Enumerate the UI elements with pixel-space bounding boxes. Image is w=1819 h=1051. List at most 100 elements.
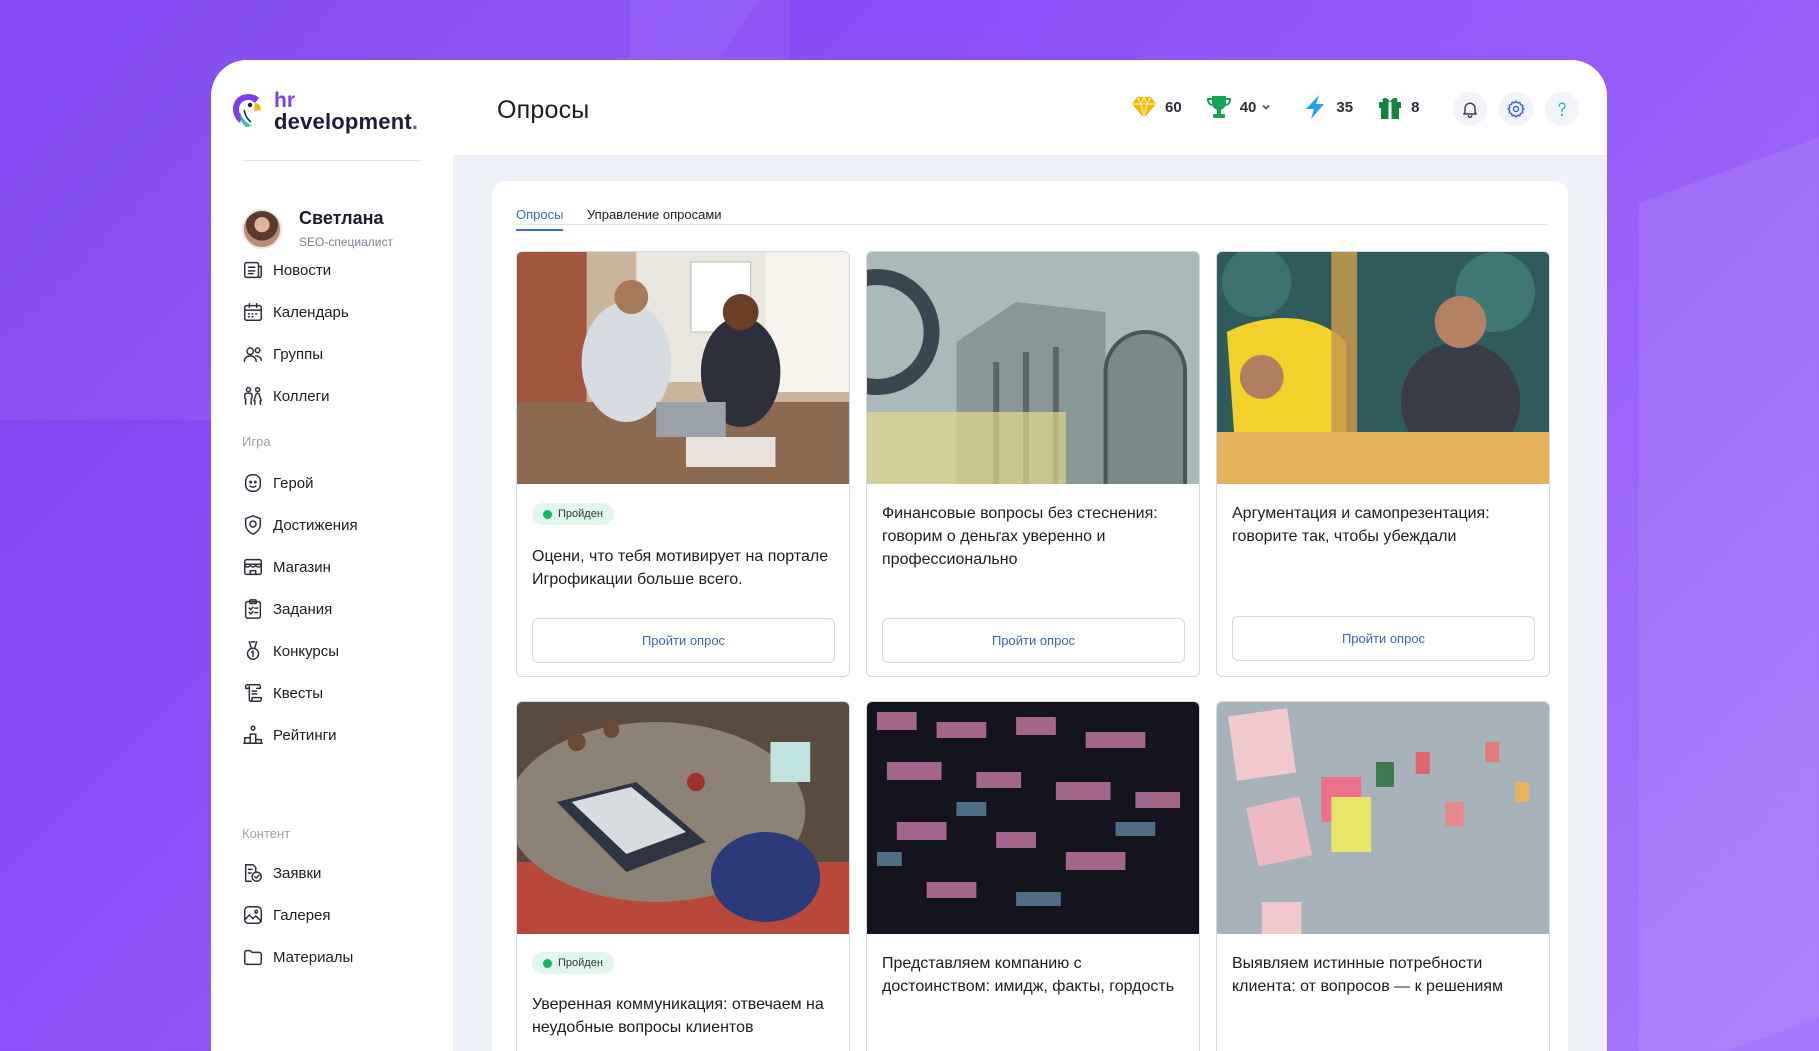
stat-energy-value: 35 <box>1336 98 1354 116</box>
take-survey-button[interactable]: Пройти опрос <box>532 618 835 663</box>
hero-icon <box>244 474 262 492</box>
sidebar-item-label: Новости <box>273 261 332 279</box>
sidebar-item-groups[interactable]: Группы <box>242 342 323 366</box>
sidebar-item-label: Галерея <box>273 906 331 924</box>
sidebar-item-contests[interactable]: Конкурсы <box>242 639 339 663</box>
night-office-building-photo <box>867 702 1199 934</box>
card-title: Уверенная коммуникация: отвечаем на неуд… <box>532 996 824 1036</box>
sidebar-item-label: Магазин <box>273 558 331 576</box>
page-title: Опросы <box>497 96 590 124</box>
sidebar-item-achievements[interactable]: Достижения <box>242 513 358 537</box>
status-badge: Пройден <box>532 952 614 974</box>
materials-icon <box>244 949 262 966</box>
top-header: Опросы 60 40 35 8 <box>453 60 1607 156</box>
sidebar-item-gallery[interactable]: Галерея <box>242 903 331 927</box>
user-profile[interactable]: Светлана SEO-специалист <box>242 208 393 249</box>
sidebar-item-requests[interactable]: Заявки <box>242 861 321 885</box>
card-title: Аргументация и самопрезентация: говорите… <box>1232 505 1490 545</box>
contests-icon <box>246 641 260 660</box>
sidebar-item-label: Квесты <box>273 684 324 702</box>
sidebar-item-label: Конкурсы <box>273 642 340 660</box>
requests-icon <box>244 864 262 882</box>
nav-section-game: Игра <box>242 434 271 449</box>
stats-bar: 60 40 35 8 <box>1129 92 1441 122</box>
ratings-icon <box>243 725 263 744</box>
survey-card[interactable]: Аргументация и самопрезентация: говорите… <box>1216 251 1550 677</box>
sticky-notes-wall-photo <box>1217 702 1549 934</box>
logo-text-hr: hr <box>274 89 295 112</box>
quests-icon <box>244 684 262 702</box>
sidebar-item-news[interactable]: Новости <box>242 258 331 282</box>
office-high-five-photo <box>517 252 849 484</box>
sidebar-item-label: Заявки <box>273 864 322 882</box>
survey-card[interactable]: Выявляем истинные потребности клиента: о… <box>1216 701 1550 1051</box>
news-icon <box>244 261 262 279</box>
man-smiling-meeting-photo <box>1217 252 1549 484</box>
survey-card[interactable]: Финансовые вопросы без стеснения: говори… <box>866 251 1200 677</box>
laptop-holiday-table-photo <box>517 702 849 934</box>
lightning-icon <box>1306 95 1325 119</box>
survey-card[interactable]: Пройден Оцени, что тебя мотивирует на по… <box>516 251 850 677</box>
colleagues-icon <box>244 386 262 405</box>
card-title: Оцени, что тебя мотивирует на портале Иг… <box>532 548 829 588</box>
logo-text-development: development. <box>274 109 419 134</box>
trophy-icon <box>1206 96 1231 118</box>
sidebar: hr development. Светлана SEO-специалист … <box>211 60 453 1051</box>
tab-surveys[interactable]: Опросы <box>516 207 564 231</box>
avatar[interactable] <box>242 208 282 249</box>
status-badge: Пройден <box>532 503 614 525</box>
status-dot <box>543 958 552 968</box>
sidebar-item-label: Коллеги <box>273 387 330 405</box>
bell-icon <box>1463 102 1477 118</box>
achievements-icon <box>244 515 262 535</box>
help-button[interactable] <box>1545 92 1579 126</box>
sidebar-item-label: Рейтинги <box>273 726 337 744</box>
stat-diamonds-value: 60 <box>1165 98 1182 116</box>
sidebar-item-label: Достижения <box>273 516 358 534</box>
stat-trophies[interactable]: 40 <box>1204 92 1279 122</box>
groups-icon <box>243 347 262 363</box>
help-icon <box>1558 102 1566 117</box>
take-survey-button[interactable]: Пройти опрос <box>882 618 1185 663</box>
survey-card[interactable]: Пройден Уверенная коммуникация: отвечаем… <box>516 701 850 1051</box>
stat-energy[interactable]: 35 <box>1300 92 1353 122</box>
gear-icon <box>1507 100 1525 118</box>
parrot-logo-icon <box>233 94 261 127</box>
tab-manage-surveys[interactable]: Управление опросами <box>587 207 722 229</box>
banknote-architecture-photo <box>867 252 1199 484</box>
sidebar-item-hero[interactable]: Герой <box>242 471 314 495</box>
sidebar-item-quests[interactable]: Квесты <box>242 681 323 705</box>
stat-gifts[interactable]: 8 <box>1375 92 1419 122</box>
stat-gifts-value: 8 <box>1411 98 1420 116</box>
sidebar-item-materials[interactable]: Материалы <box>242 945 353 969</box>
notifications-button[interactable] <box>1453 92 1487 126</box>
survey-card[interactable]: Представляем компанию с достоинством: им… <box>866 701 1200 1051</box>
card-title: Финансовые вопросы без стеснения: говори… <box>882 505 1158 568</box>
profile-name: Светлана <box>299 208 384 228</box>
chevron-down-icon[interactable] <box>1260 101 1272 113</box>
logo[interactable]: hr development. <box>228 89 419 134</box>
sidebar-item-ratings[interactable]: Рейтинги <box>242 723 336 747</box>
surveys-panel: Опросы Управление опросами Пройден Оцени… <box>492 181 1568 1051</box>
profile-role: SEO-специалист <box>299 235 393 249</box>
diamond-icon <box>1132 95 1156 119</box>
sidebar-item-label: Группы <box>273 345 323 363</box>
sidebar-item-label: Материалы <box>273 948 354 966</box>
take-survey-button[interactable]: Пройти опрос <box>1232 616 1535 661</box>
settings-button[interactable] <box>1499 92 1533 126</box>
nav-section-content: Контент <box>242 826 291 841</box>
tab-bar: Опросы Управление опросами <box>516 207 1548 231</box>
stat-trophies-value: 40 <box>1239 98 1257 116</box>
sidebar-item-shop[interactable]: Магазин <box>242 555 331 579</box>
sidebar-divider <box>242 160 422 161</box>
sidebar-item-tasks[interactable]: Задания <box>242 597 332 621</box>
tasks-icon <box>244 599 262 619</box>
gift-icon <box>1379 97 1402 119</box>
app-window: hr development. Светлана SEO-специалист … <box>211 60 1607 1051</box>
sidebar-item-label: Задания <box>273 600 333 618</box>
sidebar-item-colleagues[interactable]: Коллеги <box>242 384 329 408</box>
sidebar-item-calendar[interactable]: Календарь <box>242 300 349 324</box>
calendar-icon <box>244 303 262 321</box>
shop-icon <box>244 558 262 576</box>
stat-diamonds[interactable]: 60 <box>1129 92 1182 122</box>
